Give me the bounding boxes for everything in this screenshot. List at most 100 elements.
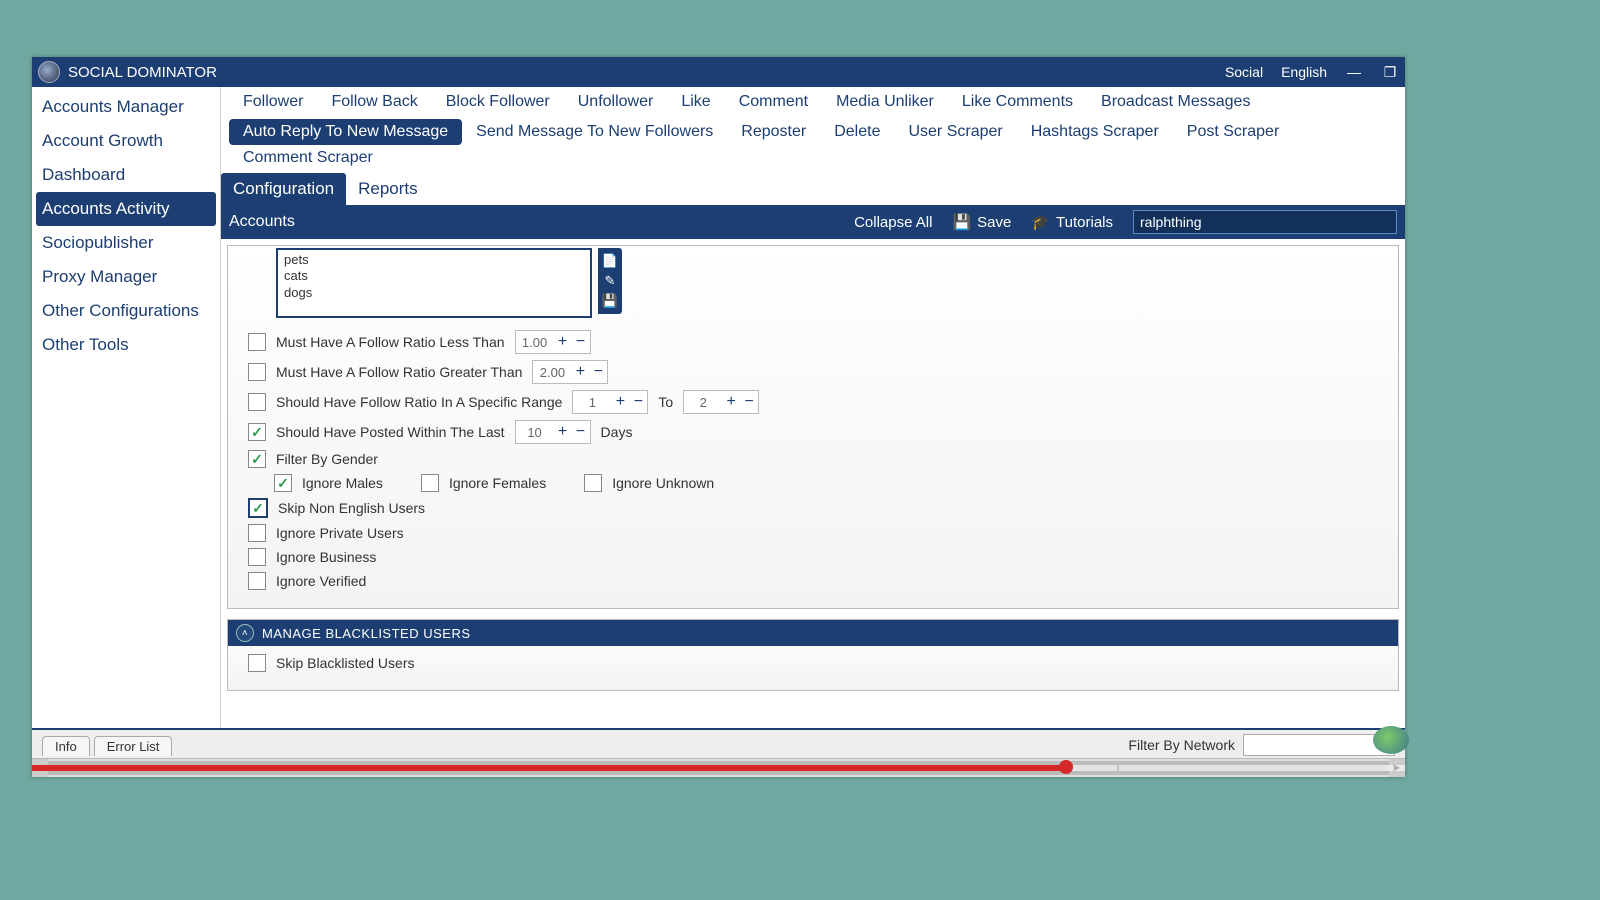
minus-icon[interactable]: − [572, 331, 590, 353]
sidebar-item-label: Sociopublisher [42, 233, 154, 252]
skip-non-english-checkbox[interactable] [248, 498, 268, 518]
tab-follow-back[interactable]: Follow Back [317, 89, 431, 115]
tab-follower[interactable]: Follower [229, 89, 317, 115]
posted-last-label: Should Have Posted Within The Last [276, 424, 505, 440]
ignore-males-checkbox[interactable] [274, 474, 292, 492]
tab-auto-reply[interactable]: Auto Reply To New Message [229, 119, 462, 145]
minimize-button[interactable]: — [1345, 64, 1363, 80]
import-file-icon[interactable]: 📄 [601, 252, 619, 270]
tab-media-unliker[interactable]: Media Unliker [822, 89, 948, 115]
ratio-range-from-value[interactable] [573, 391, 611, 413]
blacklist-panel-header[interactable]: ˄ MANAGE BLACKLISTED USERS [228, 620, 1398, 646]
minus-icon[interactable]: − [629, 391, 647, 413]
plus-icon[interactable]: + [571, 361, 589, 383]
sidebar-item-accounts-manager[interactable]: Accounts Manager [32, 90, 220, 124]
skip-non-english-label: Skip Non English Users [278, 500, 425, 516]
tab-delete[interactable]: Delete [820, 119, 894, 145]
app-title: SOCIAL DOMINATOR [68, 64, 217, 81]
tab-broadcast-messages[interactable]: Broadcast Messages [1087, 89, 1264, 115]
ignore-females-checkbox[interactable] [421, 474, 439, 492]
footer-tab-error-list[interactable]: Error List [94, 736, 173, 756]
sidebar-item-proxy-manager[interactable]: Proxy Manager [32, 260, 220, 294]
ignore-unknown-label: Ignore Unknown [612, 475, 714, 491]
days-label: Days [601, 424, 633, 440]
tab-reposter[interactable]: Reposter [727, 119, 820, 145]
ratio-less-checkbox[interactable] [248, 333, 266, 351]
tab-unfollower[interactable]: Unfollower [564, 89, 668, 115]
save-button[interactable]: 💾 Save [952, 213, 1011, 231]
ratio-greater-stepper[interactable]: + − [532, 360, 608, 384]
skip-blacklisted-checkbox[interactable] [248, 654, 266, 672]
footer-tab-info[interactable]: Info [42, 736, 90, 756]
tab-like[interactable]: Like [667, 89, 724, 115]
sidebar-item-label: Account Growth [42, 131, 163, 150]
ignore-business-checkbox[interactable] [248, 548, 266, 566]
skip-blacklisted-label: Skip Blacklisted Users [276, 655, 415, 671]
tab-block-follower[interactable]: Block Follower [432, 89, 564, 115]
tab-comment[interactable]: Comment [725, 89, 822, 115]
ratio-range-from-stepper[interactable]: + − [572, 390, 648, 414]
title-bar: SOCIAL DOMINATOR Social English — ❐ [32, 57, 1405, 87]
ratio-greater-checkbox[interactable] [248, 363, 266, 381]
ratio-range-to-stepper[interactable]: + − [683, 390, 759, 414]
filter-network-label: Filter By Network [1128, 737, 1235, 753]
minus-icon[interactable]: − [740, 391, 758, 413]
video-playhead-icon[interactable] [1059, 760, 1073, 774]
sidebar-item-other-tools[interactable]: Other Tools [32, 328, 220, 362]
keywords-input[interactable] [276, 248, 592, 318]
ignore-private-checkbox[interactable] [248, 524, 266, 542]
ignore-unknown-checkbox[interactable] [584, 474, 602, 492]
save-disk-icon[interactable]: 💾 [601, 292, 619, 310]
tutorials-button[interactable]: 🎓 Tutorials [1031, 213, 1113, 231]
chat-assistant-icon[interactable] [1373, 726, 1409, 754]
filters-panel: 📄 ✎ 💾 Must Have A Follow Ratio Less Than… [227, 245, 1399, 609]
sidebar-item-account-growth[interactable]: Account Growth [32, 124, 220, 158]
ratio-less-value[interactable] [516, 331, 554, 353]
sidebar-item-sociopublisher[interactable]: Sociopublisher [32, 226, 220, 260]
tab-like-comments[interactable]: Like Comments [948, 89, 1087, 115]
tab-send-message-new-followers[interactable]: Send Message To New Followers [462, 119, 727, 145]
tab-hashtags-scraper[interactable]: Hashtags Scraper [1017, 119, 1173, 145]
collapse-all-button[interactable]: Collapse All [854, 214, 932, 231]
ratio-less-label: Must Have A Follow Ratio Less Than [276, 334, 505, 350]
blacklist-title: MANAGE BLACKLISTED USERS [262, 626, 471, 641]
plus-icon[interactable]: + [554, 331, 572, 353]
ratio-less-stepper[interactable]: + − [515, 330, 591, 354]
content-scroll[interactable]: 📄 ✎ 💾 Must Have A Follow Ratio Less Than… [221, 239, 1405, 728]
subtab-reports[interactable]: Reports [346, 173, 430, 205]
ratio-range-checkbox[interactable] [248, 393, 266, 411]
tabs-row-2: Auto Reply To New Message Send Message T… [221, 117, 1405, 173]
plus-icon[interactable]: + [611, 391, 629, 413]
sidebar-item-label: Other Tools [42, 335, 129, 354]
tab-post-scraper[interactable]: Post Scraper [1173, 119, 1293, 145]
sidebar-item-dashboard[interactable]: Dashboard [32, 158, 220, 192]
posted-last-stepper[interactable]: + − [515, 420, 591, 444]
accounts-title: Accounts [229, 213, 295, 231]
video-progress-bar[interactable] [32, 765, 1405, 771]
ratio-range-to-value[interactable] [684, 391, 722, 413]
ratio-greater-value[interactable] [533, 361, 571, 383]
accounts-search-input[interactable] [1133, 210, 1397, 234]
sidebar-item-label: Dashboard [42, 165, 125, 184]
subtab-configuration[interactable]: Configuration [221, 173, 346, 205]
tab-comment-scraper[interactable]: Comment Scraper [229, 145, 387, 171]
posted-last-value[interactable] [516, 421, 554, 443]
save-label: Save [977, 214, 1011, 231]
social-label[interactable]: Social [1225, 64, 1263, 80]
maximize-button[interactable]: ❐ [1381, 64, 1399, 80]
plus-icon[interactable]: + [554, 421, 572, 443]
language-label[interactable]: English [1281, 64, 1327, 80]
sidebar-item-accounts-activity[interactable]: Accounts Activity [36, 192, 216, 226]
minus-icon[interactable]: − [589, 361, 607, 383]
minus-icon[interactable]: − [572, 421, 590, 443]
ignore-private-label: Ignore Private Users [276, 525, 404, 541]
ratio-range-label: Should Have Follow Ratio In A Specific R… [276, 394, 562, 410]
clear-icon[interactable]: ✎ [601, 272, 619, 290]
tab-user-scraper[interactable]: User Scraper [894, 119, 1016, 145]
sidebar-item-other-configurations[interactable]: Other Configurations [32, 294, 220, 328]
chevron-up-icon[interactable]: ˄ [236, 624, 254, 642]
filter-gender-checkbox[interactable] [248, 450, 266, 468]
ignore-verified-checkbox[interactable] [248, 572, 266, 590]
posted-last-checkbox[interactable] [248, 423, 266, 441]
plus-icon[interactable]: + [722, 391, 740, 413]
